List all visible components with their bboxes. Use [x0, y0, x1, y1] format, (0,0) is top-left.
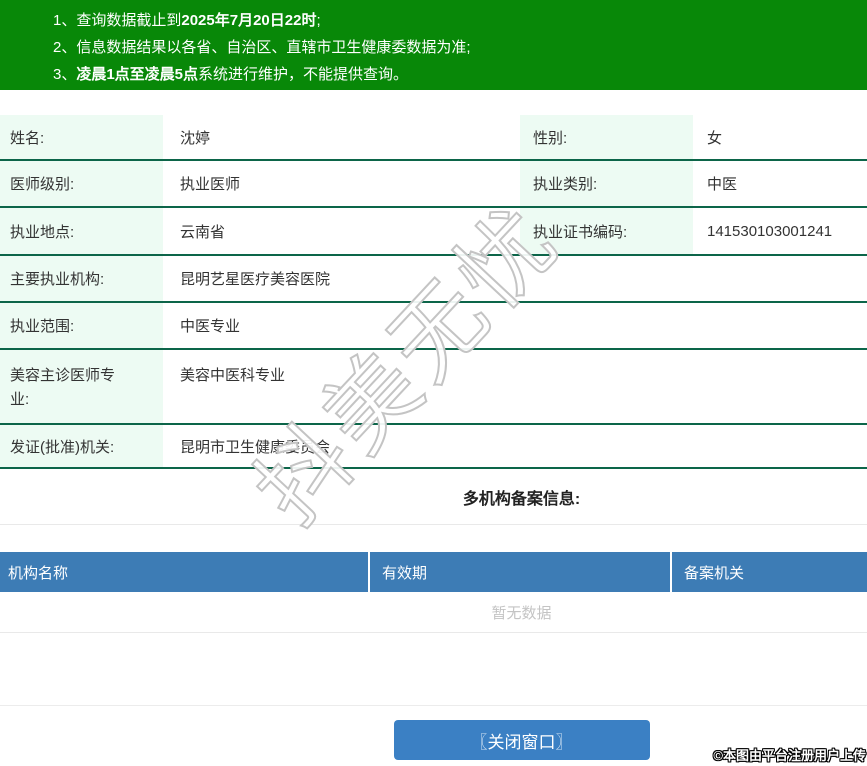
notice-line-3: 3、凌晨1点至凌晨5点系统进行维护，不能提供查询。: [53, 61, 867, 88]
column-header-validity-period: 有效期: [368, 552, 670, 592]
field-value-main-institution: 昆明艺星医疗美容医院: [180, 271, 331, 288]
notice-line-number: 1、: [53, 12, 77, 29]
table-row: 姓名: 沈婷 性别: 女: [0, 115, 867, 161]
field-value-doctor-level: 执业医师: [180, 176, 241, 193]
notice-text: 信息数据结果以各省、自治区、直辖市卫生健康委数据为准;: [76, 39, 471, 56]
field-label-certificate-code: 执业证书编码:: [520, 208, 693, 254]
table-row: 执业范围: 中医专业: [0, 303, 867, 350]
field-value-certificate-code: 141530103001241: [707, 222, 833, 240]
field-label-cosmetic-specialty: 美容主诊医师专业:: [0, 350, 163, 423]
close-window-button[interactable]: 〖关闭窗口〗: [393, 720, 650, 760]
practitioner-info-table: 姓名: 沈婷 性别: 女 医师级别: 执业医师 执业类别: 中医 执业地点: 云…: [0, 115, 867, 469]
field-value-issuing-authority: 昆明市卫生健康委员会: [180, 438, 331, 456]
field-label-issuing-authority: 发证(批准)机关:: [0, 425, 163, 467]
no-data-placeholder: 暂无数据: [0, 592, 867, 633]
filing-section-title: 多机构备案信息:: [0, 469, 867, 525]
notice-line-1: 1、查询数据截止到2025年7月20日22时;: [53, 7, 867, 34]
notice-text-bold: 凌晨1点至凌晨5点: [76, 66, 199, 83]
table-row: 医师级别: 执业医师 执业类别: 中医: [0, 161, 867, 208]
column-header-filing-authority: 备案机关: [670, 552, 867, 592]
field-value-practice-scope: 中医专业: [180, 318, 241, 335]
field-value-practice-location: 云南省: [180, 223, 226, 241]
field-label-doctor-level: 医师级别:: [0, 161, 163, 206]
table-row: 发证(批准)机关: 昆明市卫生健康委员会: [0, 425, 867, 469]
field-label-practice-location: 执业地点:: [0, 208, 163, 254]
field-value-gender: 女: [707, 129, 723, 147]
field-value-practice-category: 中医: [707, 176, 738, 193]
notice-text: 查询数据截止到: [76, 12, 182, 29]
table-row: 美容主诊医师专业: 美容中医科专业: [0, 350, 867, 425]
field-label-practice-category: 执业类别:: [520, 161, 693, 206]
field-label-main-institution: 主要执业机构:: [0, 256, 163, 301]
notice-text: ;: [316, 12, 321, 29]
field-label-name: 姓名:: [0, 115, 163, 159]
table-row: 主要执业机构: 昆明艺星医疗美容医院: [0, 256, 867, 303]
filing-table-header: 机构名称 有效期 备案机关: [0, 552, 867, 592]
field-label-gender: 性别:: [520, 115, 693, 159]
notice-line-2: 2、信息数据结果以各省、自治区、直辖市卫生健康委数据为准;: [53, 34, 867, 61]
field-label-practice-scope: 执业范围:: [0, 303, 163, 348]
field-value-name: 沈婷: [180, 129, 211, 147]
table-row: 执业地点: 云南省 执业证书编码: 141530103001241: [0, 208, 867, 256]
notice-line-number: 2、: [53, 39, 77, 56]
notice-text: 系统进行维护，不能提供查询。: [198, 66, 409, 83]
field-value-cosmetic-specialty: 美容中医科专业: [180, 367, 286, 384]
notice-text-bold: 2025年7月20日22时: [181, 12, 317, 29]
column-header-institution-name: 机构名称: [8, 564, 69, 582]
spacer: [0, 633, 867, 706]
copyright-stamp: ©本图由平台注册用户上传: [713, 748, 866, 763]
notice-line-number: 3、: [53, 66, 77, 83]
page-container: 1、查询数据截止到2025年7月20日22时; 2、信息数据结果以各省、自治区、…: [0, 0, 867, 760]
notice-banner: 1、查询数据截止到2025年7月20日22时; 2、信息数据结果以各省、自治区、…: [0, 0, 867, 90]
